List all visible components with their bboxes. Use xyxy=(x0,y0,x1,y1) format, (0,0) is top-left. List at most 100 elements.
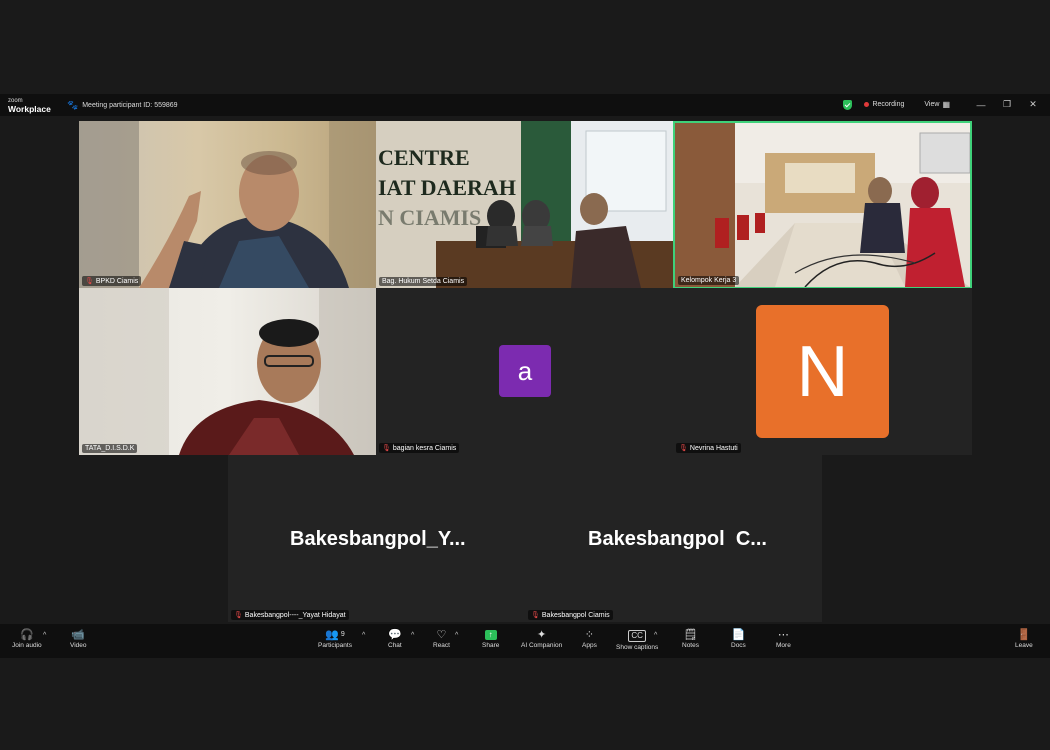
closed-captions-icon: CC xyxy=(628,630,646,642)
join-audio-label: Join audio xyxy=(12,642,42,649)
view-label: View xyxy=(924,101,940,108)
meeting-id: Meeting participant ID: 559869 xyxy=(82,102,178,109)
leave-button[interactable]: 🚪 Leave xyxy=(1015,628,1033,649)
chat-icon: 💬 xyxy=(388,629,402,641)
participants-label: Participants xyxy=(318,642,352,649)
tile-label: 🎙 Nevrina Hastuti xyxy=(676,443,741,453)
tile-label: 🎙 Bakesbangpol----_Yayat Hidayat xyxy=(231,610,349,620)
show-captions-button[interactable]: CC Show captions xyxy=(616,628,658,651)
more-button[interactable]: ⋯ More xyxy=(776,628,791,649)
logo-workplace-text: Workplace xyxy=(8,104,51,114)
participant-tile-bpkd[interactable]: 🎙 BPKD Ciamis xyxy=(79,121,376,288)
participant-tile-bakesbangpol-ciamis[interactable]: Bakesbangpol C... 🎙 Bakesbangpol Ciamis xyxy=(525,455,822,622)
apps-icon: ⁘ xyxy=(584,629,595,641)
minimize-button[interactable]: — xyxy=(972,100,990,110)
mic-muted-icon: 🎙 xyxy=(382,445,391,452)
tile-label: TATA_D.I.S.D.K xyxy=(82,444,138,453)
participant-tile-tata[interactable]: TATA_D.I.S.D.K xyxy=(79,288,376,455)
tile-label: Bag. Hukum Setda Ciamis xyxy=(379,277,468,286)
encryption-shield-icon[interactable] xyxy=(843,99,853,110)
participant-tile-bakesbangpol-yayat[interactable]: Bakesbangpol_Y... 🎙 Bakesbangpol----_Yay… xyxy=(228,455,525,622)
headphones-icon: 🎧 xyxy=(19,629,34,641)
more-icon: ⋯ xyxy=(777,629,789,641)
participant-name: Bakesbangpol Ciamis xyxy=(541,611,610,619)
docs-button[interactable]: 📄 Docs xyxy=(731,628,746,649)
participant-name: bagian kesra Ciamis xyxy=(392,444,457,452)
mic-muted-icon: 🎙 xyxy=(531,612,540,619)
join-audio-button[interactable]: 🎧 Join audio xyxy=(12,628,42,649)
react-caret[interactable]: ^ xyxy=(455,632,458,639)
participant-tile-bag-hukum[interactable]: CENTRE IAT DAERAH N CIAMIS Bag. Hukum Se… xyxy=(376,121,673,288)
participant-display-name: Bakesbangpol_Y... xyxy=(290,528,466,550)
chat-label: Chat xyxy=(388,642,402,649)
close-window-button[interactable]: ✕ xyxy=(1024,99,1042,110)
recording-indicator[interactable]: Recording xyxy=(864,101,904,108)
mic-muted-icon: 🎙 xyxy=(234,612,243,619)
participant-video-tata xyxy=(79,288,376,455)
share-label: Share xyxy=(482,642,500,649)
heart-icon: ♡ xyxy=(436,629,447,641)
leave-label: Leave xyxy=(1015,642,1033,649)
wall-sign: CENTRE IAT DAERAH N CIAMIS xyxy=(378,143,516,233)
ai-companion-label: AI Companion xyxy=(521,642,563,649)
notes-icon: 🗒 xyxy=(683,629,698,641)
participants-count: 9 xyxy=(340,631,345,638)
chat-button[interactable]: 💬 Chat xyxy=(388,628,402,649)
avatar-initial-text: N xyxy=(796,331,849,412)
docs-icon: 📄 xyxy=(731,629,746,641)
participant-name: Bag. Hukum Setda Ciamis xyxy=(382,278,465,285)
wall-sign-line1: CENTRE xyxy=(378,145,470,170)
notes-label: Notes xyxy=(682,642,699,649)
wall-sign-line3: N CIAMIS xyxy=(378,205,482,230)
paw-icon: 🐾 xyxy=(67,100,79,110)
participant-name: Kelompok Kerja 3 xyxy=(681,277,737,284)
react-button[interactable]: ♡ React xyxy=(433,628,450,649)
title-right: Recording View ▦ — ❐ ✕ xyxy=(843,99,1042,110)
avatar-initial-a: a xyxy=(499,345,551,397)
apps-button[interactable]: ⁘ Apps xyxy=(582,628,597,649)
meeting-id-area[interactable]: 🐾 Meeting participant ID: 559869 xyxy=(67,100,178,111)
mic-muted-icon: 🎙 xyxy=(679,445,688,452)
participant-video-kelompok-kerja xyxy=(675,123,970,287)
participant-tile-bagian-kesra[interactable]: a 🎙 bagian kesra Ciamis xyxy=(376,288,673,455)
restore-button[interactable]: ❐ xyxy=(998,99,1016,110)
participant-video-bpkd xyxy=(79,121,376,288)
recording-label: Recording xyxy=(872,101,905,108)
sparkle-icon: ✦ xyxy=(536,629,547,641)
participants-icon: 👥 9 xyxy=(325,629,345,641)
more-label: More xyxy=(776,642,791,649)
participant-display-name: Bakesbangpol C... xyxy=(588,528,767,550)
captions-caret[interactable]: ^ xyxy=(654,632,657,639)
zoom-logo: zoom Workplace xyxy=(8,97,51,113)
tile-label: 🎙 bagian kesra Ciamis xyxy=(379,443,460,453)
audio-options-caret[interactable]: ^ xyxy=(43,632,46,639)
participant-name: Nevrina Hastuti xyxy=(689,444,738,452)
avatar-initial-n: N xyxy=(756,305,889,438)
wall-sign-line2: IAT DAERAH xyxy=(378,175,516,200)
participants-button[interactable]: 👥 9 Participants xyxy=(318,628,352,649)
avatar-initial-text: a xyxy=(517,355,533,386)
react-label: React xyxy=(433,642,450,649)
docs-label: Docs xyxy=(731,642,746,649)
tile-label: 🎙 BPKD Ciamis xyxy=(82,276,142,286)
video-button[interactable]: 📹 Video xyxy=(70,628,87,649)
video-off-icon: 📹 xyxy=(71,629,86,641)
notes-button[interactable]: 🗒 Notes xyxy=(682,628,699,649)
view-button[interactable]: View ▦ xyxy=(924,100,950,109)
mic-muted-icon: 🎙 xyxy=(85,278,94,285)
participant-tile-kelompok-kerja[interactable]: Kelompok Kerja 3 xyxy=(673,121,972,289)
tile-label: Kelompok Kerja 3 xyxy=(678,276,740,285)
leave-icon: 🚪 xyxy=(1017,629,1031,641)
video-label: Video xyxy=(70,642,87,649)
chat-caret[interactable]: ^ xyxy=(411,632,414,639)
video-stage: 🎙 BPKD Ciamis CENTRE IAT DAERAH N CIAMIS… xyxy=(0,116,1050,624)
share-button[interactable]: ↑ Share xyxy=(482,628,499,649)
recording-dot-icon xyxy=(864,102,870,107)
show-captions-label: Show captions xyxy=(616,644,659,651)
participant-tile-nevrina[interactable]: N 🎙 Nevrina Hastuti xyxy=(673,288,972,455)
ai-companion-button[interactable]: ✦ AI Companion xyxy=(521,628,562,649)
participants-caret[interactable]: ^ xyxy=(362,632,365,639)
apps-label: Apps xyxy=(582,642,597,649)
grid-icon: ▦ xyxy=(942,100,950,109)
tile-label: 🎙 Bakesbangpol Ciamis xyxy=(528,610,613,620)
